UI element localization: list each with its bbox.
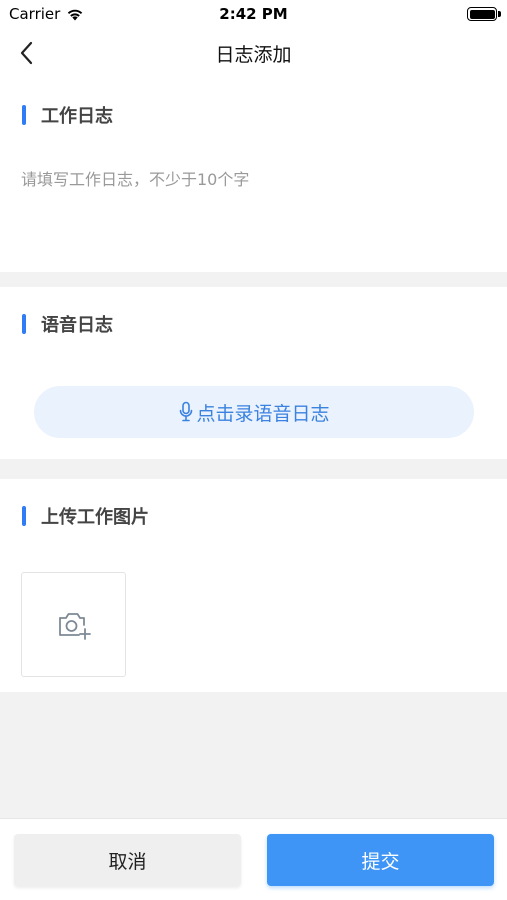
work-log-header: 工作日志: [22, 102, 113, 128]
voice-log-title: 语音日志: [41, 315, 113, 336]
page-title: 日志添加: [215, 44, 292, 66]
upload-images-title: 上传工作图片: [41, 507, 149, 528]
work-log-input[interactable]: [21, 166, 486, 256]
section-accent-bar: [22, 506, 26, 526]
status-bar: Carrier 2:42 PM: [0, 0, 507, 28]
navigation-bar: 日志添加: [0, 28, 507, 78]
cancel-button[interactable]: 取消: [14, 834, 241, 886]
add-image-button[interactable]: [21, 572, 126, 677]
record-voice-label: 点击录语音日志: [196, 402, 330, 425]
voice-log-header: 语音日志: [22, 311, 113, 337]
submit-button[interactable]: 提交: [267, 834, 494, 886]
status-time: 2:42 PM: [219, 5, 288, 23]
upload-images-header: 上传工作图片: [22, 503, 149, 529]
upload-images-section: 上传工作图片: [0, 479, 507, 692]
work-log-title: 工作日志: [41, 106, 113, 127]
battery-full-icon: [467, 7, 497, 21]
voice-log-section: 语音日志 点击录语音日志: [0, 287, 507, 459]
camera-add-icon: [58, 612, 91, 640]
section-accent-bar: [22, 314, 26, 334]
microphone-icon: [180, 401, 193, 422]
footer-bar: 取消 提交: [0, 818, 507, 900]
section-accent-bar: [22, 105, 26, 125]
record-voice-button[interactable]: 点击录语音日志: [34, 386, 474, 438]
work-log-section: 工作日志: [0, 78, 507, 272]
battery-cap: [498, 11, 501, 17]
